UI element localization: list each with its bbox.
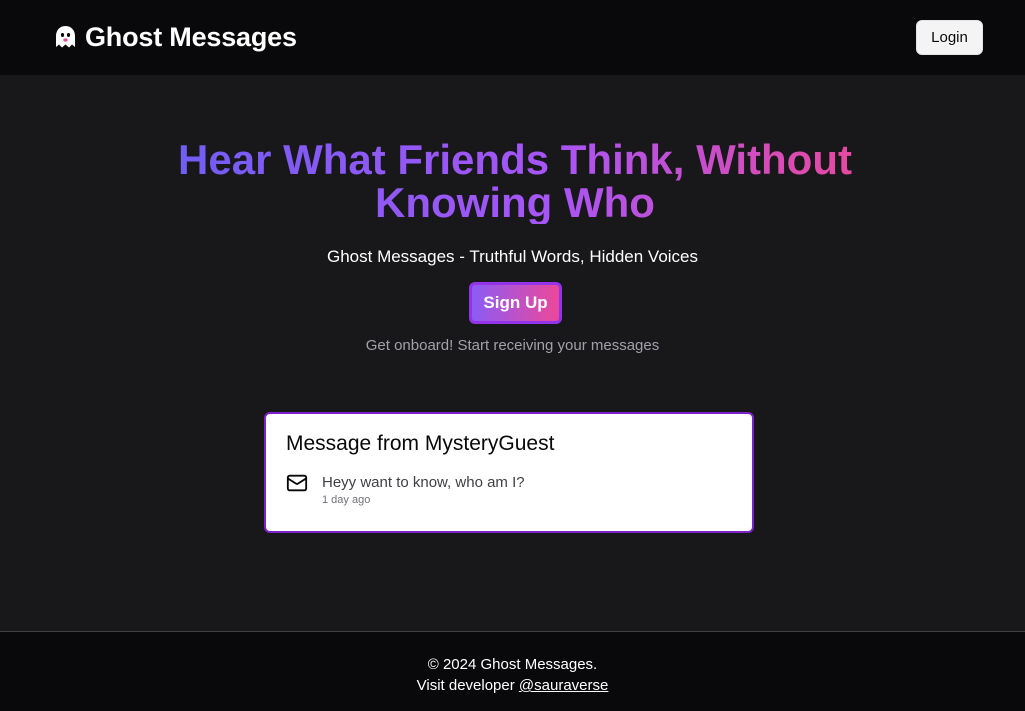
hero-subtext: Get onboard! Start receiving your messag… xyxy=(365,337,660,354)
hero-tagline: Ghost Messages - Truthful Words, Hidden … xyxy=(326,247,699,266)
login-button[interactable]: Login xyxy=(916,20,983,55)
developer-link[interactable]: @sauraverse xyxy=(519,677,608,694)
main-content: Hear What Friends Think, Without Knowing… xyxy=(0,75,1025,631)
brand-title: Ghost Messages xyxy=(85,22,297,52)
mail-icon xyxy=(286,472,308,494)
ghost-icon xyxy=(52,24,79,51)
signup-button[interactable]: Sign Up xyxy=(469,282,562,324)
message-card: Message from MysteryGuest Heyy want to k… xyxy=(264,412,754,533)
message-body: Heyy want to know, who am I? 1 day ago xyxy=(322,474,525,507)
brand[interactable]: Ghost Messages xyxy=(52,22,297,53)
message-time: 1 day ago xyxy=(322,494,371,506)
footer-copyright: © 2024 Ghost Messages. xyxy=(427,656,598,673)
hero-headline-line2: Knowing Who xyxy=(375,179,655,226)
hero-headline: Hear What Friends Think, Without Knowing… xyxy=(150,138,880,224)
message-text: Heyy want to know, who am I? xyxy=(322,474,525,491)
hero-headline-line1: Hear What Friends Think, Without xyxy=(178,136,852,183)
footer-visit: Visit developer @sauraverse xyxy=(0,675,1025,696)
site-header: Ghost Messages Login xyxy=(0,0,1025,75)
site-footer: © 2024 Ghost Messages. Visit developer @… xyxy=(0,631,1025,711)
message-card-title: Message from MysteryGuest xyxy=(286,432,555,455)
message-row: Heyy want to know, who am I? 1 day ago xyxy=(286,475,732,506)
footer-visit-prefix: Visit developer xyxy=(416,677,519,694)
